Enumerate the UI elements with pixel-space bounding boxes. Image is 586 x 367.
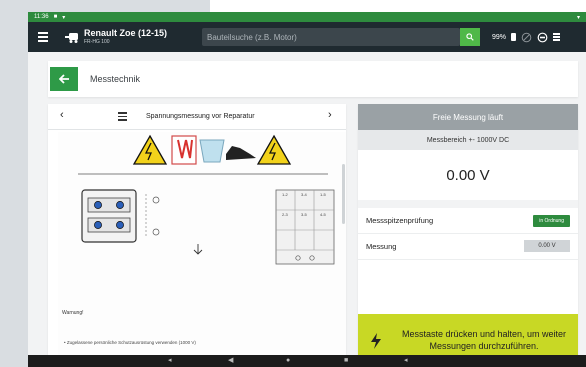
vehicle-name: Renault Zoe (12-15)	[84, 28, 168, 38]
page-title: Messtechnik	[90, 74, 141, 84]
insulated-gloves-icon	[171, 135, 197, 165]
volume-up-icon[interactable]: ◂	[404, 357, 408, 365]
app-bar: Renault Zoe (12-15) FR-HG 100 Bauteilsuc…	[28, 22, 586, 52]
panel-separator	[358, 200, 578, 208]
background-left	[0, 0, 28, 367]
battery-percent: 99%	[492, 33, 507, 41]
search-icon	[466, 33, 474, 41]
voltage-value: 0.00 V	[446, 166, 490, 184]
nav-recents-icon[interactable]: ■	[344, 357, 348, 365]
measurement-label: Messung	[366, 242, 397, 251]
battery-icon	[511, 33, 517, 41]
back-button[interactable]	[50, 67, 78, 91]
probe-check-badge: in Ordnung	[533, 215, 570, 227]
overflow-menu-icon[interactable]	[553, 33, 561, 41]
matrix-label-6: 4-5	[320, 212, 326, 217]
warning-heading: Warnung!	[62, 310, 84, 316]
document-menu-icon[interactable]	[118, 112, 127, 121]
warning-item-text: Zugelassene persönliche Schutzausrüstung…	[66, 340, 196, 345]
probe-check-label: Messspitzenprüfung	[366, 216, 434, 225]
matrix-label-5: 3-5	[301, 212, 307, 217]
vehicle-icon	[65, 33, 78, 43]
vehicle-plate: FR-HG 100	[84, 39, 110, 45]
document-nav: ‹ Spannungsmessung vor Reparatur ›	[48, 104, 346, 130]
tablet-screen: 11:36 ■ ▾ ▾ Renault Zoe (12-15) FR-HG 10…	[28, 12, 586, 367]
status-right-icon: ▾	[576, 14, 580, 21]
menu-icon[interactable]	[38, 32, 60, 42]
probe-check-row: Messspitzenprüfung in Ordnung	[358, 208, 578, 234]
notification-icon: ■	[53, 14, 58, 20]
voltage-warning-icon	[256, 134, 292, 165]
next-page-button[interactable]: ›	[328, 109, 332, 121]
matrix-label-4: 2-3	[282, 212, 288, 217]
document-title: Spannungsmessung vor Reparatur	[146, 113, 255, 120]
document-panel: ‹ Spannungsmessung vor Reparatur › 1-2 3…	[48, 104, 346, 367]
search-input[interactable]: Bauteilsuche (z.B. Motor)	[202, 28, 460, 46]
android-nav-bar: ◂ ◀ ● ■ ◂	[28, 355, 586, 367]
connection-icon[interactable]	[537, 32, 548, 43]
volume-down-icon[interactable]: ◂	[168, 357, 172, 365]
hint-text: Messtaste drücken und halten, um weiter …	[401, 328, 567, 351]
matrix-label-3: 1-5	[320, 192, 326, 197]
battery-connector-diagram	[81, 189, 203, 255]
document-page[interactable]: 1-2 3-4 1-5 2-3 3-5 4-5	[58, 132, 346, 367]
measurement-value-badge: 0.00 V	[524, 240, 570, 252]
lightning-icon	[371, 332, 381, 349]
nav-back-icon[interactable]: ◀	[228, 357, 233, 365]
measurement-matrix	[275, 189, 335, 265]
disabled-circle-icon[interactable]	[521, 32, 532, 43]
wifi-icon: ▾	[62, 14, 66, 21]
page-header: Messtechnik	[48, 61, 578, 97]
measurement-range: Messbereich +- 1000V DC	[358, 130, 578, 150]
status-time: 11:36	[34, 14, 49, 20]
matrix-label-1: 1-2	[282, 192, 288, 197]
face-shield-icon	[199, 139, 225, 163]
warning-item: • Zugelassene persönliche Schutzausrüstu…	[64, 340, 196, 345]
matrix-label-2: 3-4	[301, 192, 307, 197]
safety-shoes-icon	[226, 146, 256, 160]
measurement-row: Messung 0.00 V	[358, 234, 578, 260]
arrow-left-icon	[58, 74, 69, 84]
appbar-right: 99%	[492, 22, 561, 52]
wiring-diagram	[78, 134, 335, 265]
high-voltage-warning-icon	[132, 134, 168, 165]
search-placeholder: Bauteilsuche (z.B. Motor)	[207, 32, 297, 42]
measurement-status: Freie Messung läuft	[358, 104, 578, 130]
measurement-panel: Freie Messung läuft Messbereich +- 1000V…	[358, 104, 578, 367]
vehicle-info[interactable]: Renault Zoe (12-15) FR-HG 100	[84, 29, 167, 45]
prev-page-button[interactable]: ‹	[60, 109, 64, 121]
nav-home-icon[interactable]: ●	[286, 357, 290, 365]
status-bar: 11:36 ■ ▾ ▾	[28, 12, 586, 22]
search-button[interactable]	[460, 28, 480, 46]
document-scrollbar[interactable]	[342, 164, 345, 224]
